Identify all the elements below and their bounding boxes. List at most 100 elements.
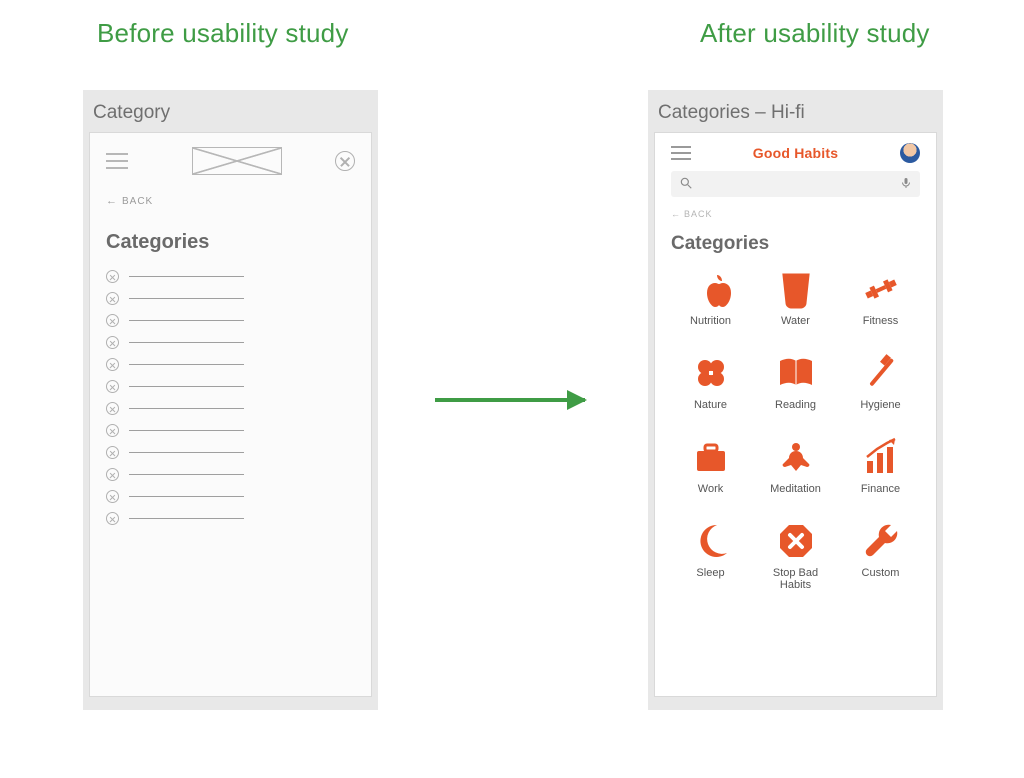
category-label: Fitness	[863, 315, 898, 327]
search-bar[interactable]	[671, 171, 920, 197]
bullet-icon	[106, 446, 119, 459]
list-item[interactable]	[106, 314, 355, 327]
category-label: Nutrition	[690, 315, 731, 327]
arrow-left-icon: ←	[106, 195, 118, 207]
section-title: Categories	[671, 233, 920, 255]
list-item[interactable]	[106, 490, 355, 503]
text-placeholder	[129, 276, 244, 277]
list-item[interactable]	[106, 380, 355, 393]
list-item[interactable]	[106, 468, 355, 481]
category-nature[interactable]: Nature	[671, 353, 750, 411]
category-label: Water	[781, 315, 810, 327]
category-fitness[interactable]: Fitness	[841, 269, 920, 327]
bullet-icon	[106, 358, 119, 371]
bullet-icon	[106, 512, 119, 525]
category-reading[interactable]: Reading	[756, 353, 835, 411]
text-placeholder	[129, 298, 244, 299]
search-icon	[679, 176, 693, 193]
category-finance[interactable]: Finance	[841, 437, 920, 495]
list-item[interactable]	[106, 292, 355, 305]
list-item[interactable]	[106, 512, 355, 525]
text-placeholder	[129, 386, 244, 387]
category-label: Finance	[861, 483, 900, 495]
category-label: Hygiene	[860, 399, 900, 411]
text-placeholder	[129, 496, 244, 497]
hifi-mock: Categories – Hi-fi Good Habits ← BACK Ca…	[648, 90, 943, 710]
list-item[interactable]	[106, 402, 355, 415]
bullet-icon	[106, 314, 119, 327]
mic-icon[interactable]	[900, 176, 912, 193]
category-label: Work	[698, 483, 723, 495]
bullet-icon	[106, 336, 119, 349]
bullet-icon	[106, 468, 119, 481]
category-nutrition[interactable]: Nutrition	[671, 269, 750, 327]
category-sleep[interactable]: Sleep	[671, 521, 750, 591]
book-icon	[776, 353, 816, 393]
list-item[interactable]	[106, 446, 355, 459]
bullet-icon	[106, 380, 119, 393]
text-placeholder	[129, 342, 244, 343]
briefcase-icon	[691, 437, 731, 477]
wrench-icon	[861, 521, 901, 561]
bullet-icon	[106, 424, 119, 437]
hamburger-icon[interactable]	[106, 153, 128, 169]
category-label: Meditation	[770, 483, 821, 495]
clover-icon	[691, 353, 731, 393]
moon-icon	[691, 521, 731, 561]
category-meditation[interactable]: Meditation	[756, 437, 835, 495]
section-title: Categories	[106, 231, 355, 254]
hifi-frame-title: Categories – Hi-fi	[654, 96, 937, 132]
category-water[interactable]: Water	[756, 269, 835, 327]
text-placeholder	[129, 518, 244, 519]
category-label: Custom	[862, 567, 900, 579]
arrow-right-icon	[435, 398, 585, 402]
cup-icon	[776, 269, 816, 309]
toothbrush-icon	[861, 353, 901, 393]
category-label: Nature	[694, 399, 727, 411]
category-label: Sleep	[696, 567, 724, 579]
wireframe-frame-title: Category	[89, 96, 372, 132]
dumbbell-icon	[861, 269, 901, 309]
hifi-device: Good Habits ← BACK Categories Nutrition W…	[654, 132, 937, 697]
apple-icon	[691, 269, 731, 309]
bullet-icon	[106, 292, 119, 305]
category-custom[interactable]: Custom	[841, 521, 920, 591]
list-item[interactable]	[106, 336, 355, 349]
arrow-left-icon: ←	[671, 209, 681, 219]
meditation-icon	[776, 437, 816, 477]
wireframe-mock: Category ← BACK Categories	[83, 90, 378, 710]
category-grid: Nutrition Water Fitness Nature Reading Hygien…	[671, 269, 920, 591]
wireframe-device: ← BACK Categories	[89, 132, 372, 697]
list-item[interactable]	[106, 424, 355, 437]
hifi-topbar: Good Habits	[671, 143, 920, 163]
wireframe-topbar	[106, 147, 355, 175]
back-label: BACK	[684, 209, 713, 219]
brand-title: Good Habits	[753, 145, 838, 161]
hamburger-icon[interactable]	[671, 146, 691, 160]
text-placeholder	[129, 452, 244, 453]
stop-icon	[776, 521, 816, 561]
text-placeholder	[129, 430, 244, 431]
category-stopbad[interactable]: Stop Bad Habits	[756, 521, 835, 591]
close-icon[interactable]	[335, 151, 355, 171]
list-item[interactable]	[106, 270, 355, 283]
back-link[interactable]: ← BACK	[671, 209, 920, 219]
back-link[interactable]: ← BACK	[106, 195, 355, 207]
bullet-icon	[106, 490, 119, 503]
avatar[interactable]	[900, 143, 920, 163]
category-work[interactable]: Work	[671, 437, 750, 495]
bullet-icon	[106, 270, 119, 283]
heading-before: Before usability study	[97, 18, 349, 49]
text-placeholder	[129, 364, 244, 365]
list-item[interactable]	[106, 358, 355, 371]
back-label: BACK	[122, 196, 153, 207]
text-placeholder	[129, 408, 244, 409]
search-input[interactable]	[701, 177, 892, 191]
wireframe-list	[106, 270, 355, 525]
category-hygiene[interactable]: Hygiene	[841, 353, 920, 411]
heading-after: After usability study	[700, 18, 930, 49]
category-label: Stop Bad Habits	[756, 567, 835, 591]
bullet-icon	[106, 402, 119, 415]
text-placeholder	[129, 474, 244, 475]
chart-icon	[861, 437, 901, 477]
